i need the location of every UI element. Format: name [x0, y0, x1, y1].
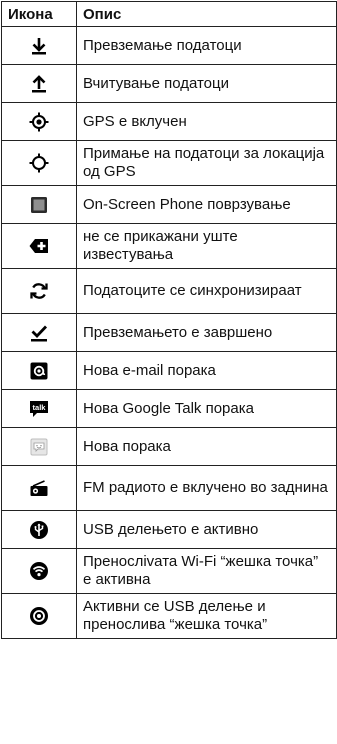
- list-item: Превземање податоци: [76, 26, 337, 65]
- talk-icon-label: talk: [33, 403, 47, 412]
- list-item: Нова e-mail порака: [76, 351, 337, 390]
- table-row: On-Screen Phone поврзување: [1, 185, 337, 224]
- table-row: talk Нова Google Talk порака: [1, 389, 337, 428]
- email-icon: [29, 361, 49, 381]
- table-row: Вчитување податоци: [1, 64, 337, 103]
- list-item: On-Screen Phone поврзување: [76, 185, 337, 224]
- download-complete-icon: [29, 323, 49, 343]
- list-item: Превземањето е завршено: [76, 313, 337, 352]
- usb-and-hotspot-icon: [29, 606, 49, 626]
- description-column-header: Опис: [76, 1, 337, 27]
- list-item: не се прикажани уште известувања: [76, 223, 337, 269]
- wifi-hotspot-icon: [29, 561, 49, 581]
- header-row: Икона Опис: [1, 1, 337, 27]
- table-row: FM радиото е вклучено во заднина: [1, 465, 337, 511]
- table-row: Превземањето е завршено: [1, 313, 337, 352]
- sync-icon: [29, 281, 49, 301]
- table-row: не се прикажани уште известувања: [1, 223, 337, 269]
- table-row: Активни се USB делење и преносливa “жешк…: [1, 593, 337, 639]
- talk-icon: talk: [29, 399, 49, 419]
- more-notifications-icon: [29, 236, 49, 256]
- list-item: Вчитување податоци: [76, 64, 337, 103]
- table-row: USB делењето е активно: [1, 510, 337, 549]
- table-row: Нова порака: [1, 427, 337, 466]
- list-item: USB делењето е активно: [76, 510, 337, 549]
- gps-acquiring-icon: [29, 153, 49, 173]
- on-screen-phone-icon: [29, 195, 49, 215]
- list-item: Нова Google Talk порака: [76, 389, 337, 428]
- table-row: Пренослivата Wi-Fi “жешка точка” е актив…: [1, 548, 337, 594]
- list-item: Активни се USB делење и преносливa “жешк…: [76, 593, 337, 639]
- list-item: GPS е вклучен: [76, 102, 337, 141]
- table-row: Нова e-mail порака: [1, 351, 337, 390]
- table-row: Примање на податоци за локација од GPS: [1, 140, 337, 186]
- list-item: Пренослivата Wi-Fi “жешка точка” е актив…: [76, 548, 337, 594]
- list-item: Нова порака: [76, 427, 337, 466]
- table-row: GPS е вклучен: [1, 102, 337, 141]
- message-icon: [29, 437, 49, 457]
- list-item: Примање на податоци за локација од GPS: [76, 140, 337, 186]
- icon-column-header: Икона: [1, 1, 77, 27]
- download-icon: [29, 36, 49, 56]
- icon-legend-table: Икона Опис Превземање податоци Вчитување…: [1, 1, 337, 639]
- usb-tethering-icon: [29, 520, 49, 540]
- list-item: Податоците се синхронизираат: [76, 268, 337, 314]
- gps-on-icon: [29, 112, 49, 132]
- fm-radio-icon: [29, 478, 49, 498]
- table-row: Превземање податоци: [1, 26, 337, 65]
- upload-icon: [29, 74, 49, 94]
- list-item: FM радиото е вклучено во заднина: [76, 465, 337, 511]
- table-row: Податоците се синхронизираат: [1, 268, 337, 314]
